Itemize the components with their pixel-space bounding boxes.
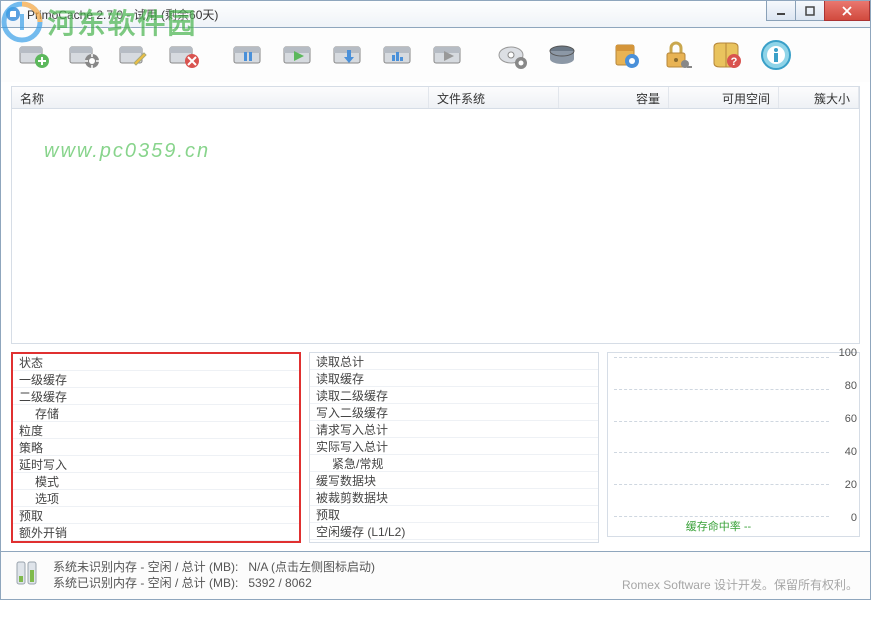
stats-row: 空闲缓存 (L1/L2) [310, 523, 598, 540]
y-tick: 80 [845, 380, 857, 392]
new-cache-button[interactable] [11, 33, 57, 77]
toolbar: ? [0, 28, 871, 82]
window-title: PrimoCache 2.7.0 - 试用 (剩余60天) [27, 6, 218, 23]
stats-row: 策略 [13, 439, 299, 456]
titlebar: PrimoCache 2.7.0 - 试用 (剩余60天) [0, 0, 871, 28]
license-button[interactable] [653, 33, 699, 77]
mem-unrec-value: N/A (点击左侧图标启动) [248, 560, 375, 574]
cache-stats-left: 状态一级缓存二级缓存存储粒度策略延时写入模式选项预取额外开销 [11, 352, 301, 543]
minimize-button[interactable] [766, 1, 796, 21]
edit-cache-button[interactable] [111, 33, 157, 77]
stats-row: 缓写数据块 [310, 472, 598, 489]
close-button[interactable] [824, 1, 870, 21]
delete-cache-button[interactable] [161, 33, 207, 77]
y-tick: 100 [839, 347, 857, 359]
maximize-button[interactable] [795, 1, 825, 21]
stats-row: 读取总计 [310, 353, 598, 370]
statusbar: 系统未识别内存 - 空闲 / 总计 (MB): N/A (点击左侧图标启动) 系… [0, 552, 871, 600]
disk-manage-button[interactable] [539, 33, 585, 77]
list-header: 名称 文件系统 容量 可用空间 簇大小 [12, 87, 859, 109]
mem-unrec-label: 系统未识别内存 - 空闲 / 总计 (MB): [53, 560, 238, 574]
pause-button[interactable] [225, 33, 271, 77]
stats-row: 状态 [13, 354, 299, 371]
app-icon [5, 6, 21, 22]
stats-row: 粒度 [13, 422, 299, 439]
stats-row: 请求写入总计 [310, 421, 598, 438]
y-tick: 60 [845, 413, 857, 425]
copyright-label: Romex Software 设计开发。保留所有权利。 [622, 576, 858, 593]
flush-button[interactable] [325, 33, 371, 77]
stats-row: 额外开销 [13, 524, 299, 541]
mem-rec-value: 5392 / 8062 [248, 576, 311, 590]
stats-row: 选项 [13, 490, 299, 507]
stats-row: 延时写入 [13, 456, 299, 473]
drive-config-button[interactable] [489, 33, 535, 77]
y-tick: 20 [845, 479, 857, 491]
start-task-button[interactable] [425, 33, 471, 77]
stats-button[interactable] [375, 33, 421, 77]
stats-row: 被裁剪数据块 [310, 489, 598, 506]
content-area: 名称 文件系统 容量 可用空间 簇大小 状态一级缓存二级缓存存储粒度策略延时写入… [0, 82, 871, 552]
stats-row: 预取 [310, 506, 598, 523]
hitrate-chart: 020406080100 缓存命中率 -- [607, 352, 860, 537]
resume-button[interactable] [275, 33, 321, 77]
stats-row: 一级缓存 [13, 371, 299, 388]
stats-row: 读取缓存 [310, 370, 598, 387]
col-cluster[interactable]: 簇大小 [779, 87, 859, 108]
col-capacity[interactable]: 容量 [559, 87, 669, 108]
stats-row: 写入二级缓存 [310, 404, 598, 421]
stats-row: 实际写入总计 [310, 438, 598, 455]
about-button[interactable] [753, 33, 799, 77]
config-cache-button[interactable] [61, 33, 107, 77]
stats-row: 模式 [13, 473, 299, 490]
svg-text:?: ? [731, 56, 738, 68]
memory-icon[interactable] [11, 558, 41, 591]
stats-row: 读取二级缓存 [310, 387, 598, 404]
col-free[interactable]: 可用空间 [669, 87, 779, 108]
col-name[interactable]: 名称 [12, 87, 429, 108]
y-tick: 40 [845, 446, 857, 458]
stats-row: 预取 [13, 507, 299, 524]
col-filesystem[interactable]: 文件系统 [429, 87, 559, 108]
y-tick: 0 [851, 512, 857, 524]
options-button[interactable] [603, 33, 649, 77]
volume-list[interactable]: 名称 文件系统 容量 可用空间 簇大小 [11, 86, 860, 344]
mem-rec-label: 系统已识别内存 - 空闲 / 总计 (MB): [53, 576, 238, 590]
cache-stats-right: 读取总计读取缓存读取二级缓存写入二级缓存请求写入总计实际写入总计紧急/常规缓写数… [309, 352, 599, 543]
stats-row: 二级缓存 [13, 388, 299, 405]
stats-row: 紧急/常规 [310, 455, 598, 472]
chart-caption: 缓存命中率 -- [608, 518, 829, 534]
stats-row: 存储 [13, 405, 299, 422]
help-button[interactable]: ? [703, 33, 749, 77]
